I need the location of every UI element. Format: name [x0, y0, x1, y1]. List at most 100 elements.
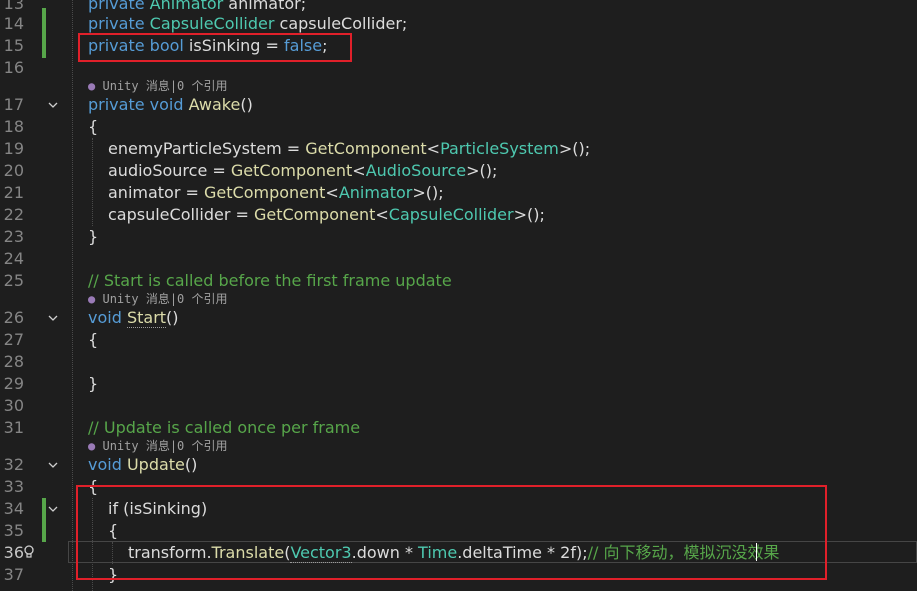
method-name: GetComponent [253, 205, 376, 224]
unity-icon: ● [88, 292, 96, 306]
code-text: { [88, 117, 99, 136]
method-name: Update [126, 455, 185, 474]
line-number: 23 [3, 227, 24, 246]
method-name: Awake [188, 95, 241, 114]
line-number: 20 [3, 161, 24, 180]
type-name: AudioSource [365, 161, 467, 180]
comment-text: // Start is called before the first fram… [88, 271, 452, 290]
codelens-update[interactable]: ● Unity 消息|0 个引用 [88, 439, 228, 453]
code-text: < [325, 183, 339, 202]
line-number: 28 [3, 352, 24, 371]
code-line-23[interactable]: } [88, 226, 98, 248]
code-text: < [352, 161, 366, 180]
line-number: 17 [3, 95, 24, 114]
indent-guide [72, 0, 73, 591]
chevron-down-icon[interactable] [48, 101, 58, 109]
code-text: () [240, 95, 253, 114]
code-line-31[interactable]: // Update is called once per frame [88, 417, 360, 439]
code-line-14[interactable]: private CapsuleCollider capsuleCollider; [88, 13, 407, 35]
code-line-21[interactable]: animator = GetComponent<Animator>(); [108, 182, 444, 204]
code-text: } [88, 374, 99, 393]
line-number: 19 [3, 139, 24, 158]
line-number-current: 36 [3, 543, 24, 562]
line-number: 14 [3, 14, 24, 33]
chevron-down-icon[interactable] [48, 461, 58, 469]
code-text: { [88, 330, 99, 349]
code-line-29[interactable]: } [88, 373, 98, 395]
keyword: private [88, 14, 150, 33]
chevron-down-icon[interactable] [48, 505, 58, 513]
code-line-18[interactable]: { [88, 116, 98, 138]
line-number: 21 [3, 183, 24, 202]
line-number: 37 [3, 565, 24, 584]
line-number: 18 [3, 117, 24, 136]
code-line-32[interactable]: void Update() [88, 454, 197, 476]
line-number: 26 [3, 308, 24, 327]
line-number: 34 [3, 499, 24, 518]
codelens-awake[interactable]: ● Unity 消息|0 个引用 [88, 79, 228, 93]
line-number: 35 [3, 521, 24, 540]
line-number: 25 [3, 271, 24, 290]
code-text: animator = [108, 183, 204, 202]
type-name: Animator [338, 183, 413, 202]
code-text: >(); [412, 183, 444, 202]
line-number: 27 [3, 330, 24, 349]
unity-icon: ● [88, 439, 96, 453]
codelens-text: Unity 消息|0 个引用 [102, 439, 228, 453]
indent-guide [92, 138, 93, 226]
line-number: 15 [3, 36, 24, 55]
method-name: Start [126, 308, 167, 328]
line-number: 29 [3, 374, 24, 393]
code-text: enemyParticleSystem = [108, 139, 306, 158]
code-line-27[interactable]: { [88, 329, 98, 351]
line-number: 30 [3, 396, 24, 415]
line-number: 24 [3, 249, 24, 268]
code-text: animator; [223, 0, 307, 13]
highlight-box-update [76, 485, 827, 580]
code-line-22[interactable]: capsuleCollider = GetComponent<CapsuleCo… [108, 204, 545, 226]
method-name: GetComponent [204, 183, 326, 202]
code-text: } [88, 227, 99, 246]
lightbulb-icon[interactable] [24, 541, 34, 563]
line-number: 33 [3, 477, 24, 496]
code-text: >(); [466, 161, 498, 180]
code-text: capsuleCollider = [108, 205, 254, 224]
keyword: private [88, 0, 150, 13]
line-number: 22 [3, 205, 24, 224]
keyword: void [88, 308, 122, 327]
type-name: Animator [149, 0, 224, 13]
change-indicator-bar [42, 498, 46, 542]
keyword: void [88, 455, 122, 474]
code-line-20[interactable]: audioSource = GetComponent<AudioSource>(… [108, 160, 497, 182]
chevron-down-icon[interactable] [48, 314, 58, 322]
code-text: >(); [558, 139, 591, 158]
code-line-25[interactable]: // Start is called before the first fram… [88, 270, 452, 292]
comment-text: // Update is called once per frame [88, 418, 361, 437]
change-indicator-bar [42, 8, 46, 58]
code-editor[interactable]: 13 14 15 16 17 18 19 20 21 22 23 24 25 2… [0, 0, 917, 591]
code-line-19[interactable]: enemyParticleSystem = GetComponent<Parti… [108, 138, 590, 160]
type-name: CapsuleCollider [149, 14, 275, 33]
code-text: audioSource = [108, 161, 231, 180]
code-text: < [426, 139, 441, 158]
code-text: >(); [513, 205, 545, 224]
type-name: ParticleSystem [440, 139, 559, 158]
unity-icon: ● [88, 79, 96, 93]
line-number: 32 [3, 455, 24, 474]
codelens-start[interactable]: ● Unity 消息|0 个引用 [88, 292, 228, 306]
code-line-17[interactable]: private void Awake() [88, 94, 253, 116]
line-number: 31 [3, 418, 24, 437]
code-text: < [375, 205, 389, 224]
codelens-text: Unity 消息|0 个引用 [102, 292, 228, 306]
highlight-box-field [78, 33, 352, 62]
codelens-text: Unity 消息|0 个引用 [102, 79, 228, 93]
line-number: 16 [3, 58, 24, 77]
code-text: () [184, 455, 198, 474]
code-line-26[interactable]: void Start() [88, 307, 179, 329]
code-text: capsuleCollider; [274, 14, 408, 33]
keyword: private void [88, 95, 184, 114]
type-name: CapsuleCollider [388, 205, 514, 224]
method-name: GetComponent [305, 139, 427, 158]
code-text: () [166, 308, 179, 327]
method-name: GetComponent [230, 161, 353, 180]
